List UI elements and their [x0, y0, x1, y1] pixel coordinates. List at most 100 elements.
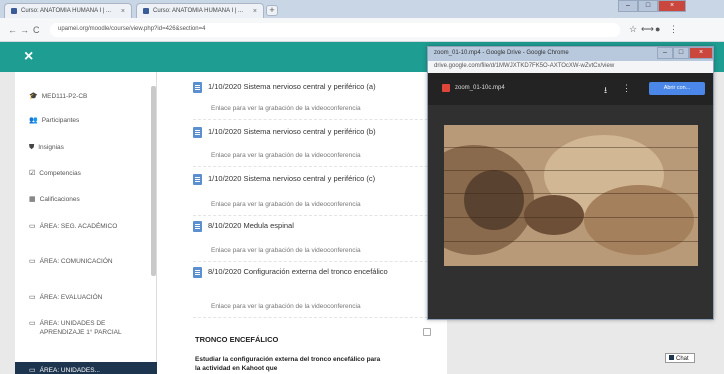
- sidebar-item-participants[interactable]: 👥 Participantes: [29, 116, 79, 125]
- open-with-button[interactable]: Abrir con...: [649, 82, 705, 95]
- video-region: [584, 185, 694, 255]
- activity-link[interactable]: 1/10/2020 Sistema nervioso central y per…: [208, 174, 375, 184]
- sidebar-item-grades[interactable]: ▦ Calificaciones: [29, 195, 80, 204]
- sidebar-item-label: Insignias: [38, 144, 64, 151]
- reload-button[interactable]: C: [33, 25, 40, 35]
- moodle-favicon-icon: [11, 8, 17, 14]
- video-region: [464, 170, 524, 230]
- chat-icon: [669, 355, 674, 360]
- activity-link[interactable]: 1/10/2020 Sistema nervioso central y per…: [208, 127, 376, 137]
- completion-checkbox[interactable]: [423, 328, 431, 336]
- url-resource-icon: [193, 174, 202, 185]
- sidebar-item-label: MED111-P2-CB: [41, 93, 88, 100]
- url-resource-icon: [193, 127, 202, 138]
- sidebar-item-label: ÁREA: UNIDADES...: [39, 367, 100, 374]
- star-icon[interactable]: ☆: [629, 24, 637, 35]
- tab-label: Curso: ANATOMIA HUMANA I | ...: [153, 8, 244, 14]
- folder-icon: ▭: [29, 258, 36, 265]
- sidebar-item-label: ÁREA: EVALUACIÓN: [39, 294, 103, 301]
- popup-close-button[interactable]: ×: [689, 47, 713, 59]
- translate-icon[interactable]: ⟷: [641, 24, 654, 35]
- activity-item[interactable]: 1/10/2020 Sistema nervioso central y per…: [193, 82, 376, 93]
- check-list-icon: ☑: [29, 170, 36, 177]
- chat-badge[interactable]: Chat: [665, 353, 695, 363]
- sidebar-item-label: ÁREA: UNIDADES DE APRENDIZAJE 1° PARCIAL: [39, 320, 122, 336]
- graduation-cap-icon: 🎓: [29, 93, 38, 100]
- popup-maximize-button[interactable]: □: [673, 47, 689, 59]
- url-resource-icon: [193, 221, 202, 232]
- url-input[interactable]: upamei.org/moodle/course/view.php?id=426…: [50, 23, 620, 37]
- activity-link[interactable]: 1/10/2020 Sistema nervioso central y per…: [208, 82, 376, 92]
- activity-item[interactable]: 8/10/2020 Medula espinal: [193, 221, 294, 232]
- activity-item[interactable]: 1/10/2020 Sistema nervioso central y per…: [193, 174, 375, 185]
- profile-icon[interactable]: ●: [655, 24, 660, 34]
- grid-icon: ▦: [29, 196, 36, 203]
- sidebar-item-label: Competencias: [39, 170, 81, 177]
- sidebar-item-competencies[interactable]: ☑ Competencias: [29, 169, 81, 178]
- folder-icon: ▭: [29, 367, 36, 374]
- menu-icon[interactable]: ⋮: [669, 24, 678, 35]
- browser-tab-bar: Curso: ANATOMIA HUMANA I | ... × Curso: …: [0, 0, 724, 18]
- sidebar-item-active[interactable]: ▭ ÁREA: UNIDADES...: [15, 362, 157, 374]
- activity-description: Enlace para ver la grabación de la video…: [211, 201, 361, 208]
- folder-icon: ▭: [29, 223, 36, 230]
- tab-label: Curso: ANATOMIA HUMANA I | ...: [21, 8, 112, 14]
- chat-label: Chat: [676, 356, 689, 362]
- activity-description: Enlace para ver la grabación de la video…: [211, 303, 361, 310]
- activity-item[interactable]: 8/10/2020 Configuración externa del tron…: [193, 267, 393, 278]
- course-content: 1/10/2020 Sistema nervioso central y per…: [157, 72, 447, 374]
- minimize-button[interactable]: –: [618, 0, 638, 12]
- sidebar-item-badges[interactable]: ⛊ Insignias: [29, 143, 64, 152]
- sidebar-item-course[interactable]: 🎓 MED111-P2-CB: [29, 92, 87, 101]
- video-line: [444, 217, 698, 218]
- browser-tab[interactable]: Curso: ANATOMIA HUMANA I | ... ×: [4, 3, 132, 18]
- video-file-name: zoom_01-10c.mp4: [455, 85, 505, 91]
- folder-icon: ▭: [29, 294, 36, 301]
- video-popup-window[interactable]: zoom_01-10.mp4 - Google Drive - Google C…: [427, 46, 714, 320]
- back-button[interactable]: ←: [8, 25, 17, 35]
- close-tab-icon[interactable]: ×: [121, 8, 125, 15]
- url-resource-icon: [193, 267, 202, 278]
- video-line: [444, 193, 698, 194]
- sidebar-item-label: ÁREA: SEG. ACADÉMICO: [39, 223, 118, 230]
- browser-tab-active[interactable]: Curso: ANATOMIA HUMANA I | ... ×: [136, 3, 264, 18]
- sidebar-item-unidades[interactable]: ▭ ÁREA: UNIDADES DE APRENDIZAJE 1° PARCI…: [29, 319, 139, 337]
- video-frame[interactable]: [444, 125, 698, 266]
- folder-icon: ▭: [29, 320, 36, 327]
- sidebar-item-seg-academico[interactable]: ▭ ÁREA: SEG. ACADÉMICO: [29, 222, 139, 231]
- download-icon[interactable]: ⭳: [604, 83, 607, 99]
- sidebar-item-label: ÁREA: COMUNICACIÓN: [39, 258, 113, 265]
- new-tab-button[interactable]: +: [266, 5, 278, 16]
- sidebar-item-comunicacion[interactable]: ▭ ÁREA: COMUNICACIÓN: [29, 257, 139, 266]
- popup-minimize-button[interactable]: –: [657, 47, 673, 59]
- activity-item[interactable]: 1/10/2020 Sistema nervioso central y per…: [193, 127, 376, 138]
- shield-icon: ⛊: [29, 144, 35, 151]
- close-drawer-icon[interactable]: ×: [24, 48, 33, 66]
- close-tab-icon[interactable]: ×: [253, 8, 257, 15]
- users-icon: 👥: [29, 117, 38, 124]
- address-bar-row: ← → C upamei.org/moodle/course/view.php?…: [0, 18, 724, 42]
- moodle-favicon-icon: [143, 8, 149, 14]
- popup-window-controls: – □ ×: [657, 47, 713, 59]
- divider: [193, 215, 443, 216]
- sidebar-scrollbar[interactable]: [151, 86, 156, 276]
- divider: [193, 317, 443, 318]
- maximize-button[interactable]: □: [638, 0, 658, 12]
- video-line: [444, 170, 698, 171]
- video-file-icon: [442, 84, 450, 92]
- section-text: Estudiar la configuración externa del tr…: [195, 356, 381, 372]
- sidebar-item-label: Participantes: [41, 117, 80, 124]
- popup-url[interactable]: drive.google.com/file/d/1MWJXTKD7FK5O-AX…: [428, 61, 713, 73]
- divider: [193, 261, 443, 262]
- sidebar-item-evaluacion[interactable]: ▭ ÁREA: EVALUACIÓN: [29, 293, 149, 302]
- video-line: [444, 147, 698, 148]
- section-heading: TRONCO ENCEFÁLICO: [195, 335, 279, 344]
- forward-button[interactable]: →: [20, 25, 29, 35]
- close-window-button[interactable]: ×: [658, 0, 686, 12]
- window-controls: – □ ×: [618, 0, 686, 12]
- more-options-icon[interactable]: ⋮: [622, 83, 631, 94]
- activity-link[interactable]: 8/10/2020 Configuración externa del tron…: [208, 267, 388, 277]
- video-region: [524, 195, 584, 235]
- sidebar-item-label: Calificaciones: [39, 196, 80, 203]
- activity-link[interactable]: 8/10/2020 Medula espinal: [208, 221, 294, 231]
